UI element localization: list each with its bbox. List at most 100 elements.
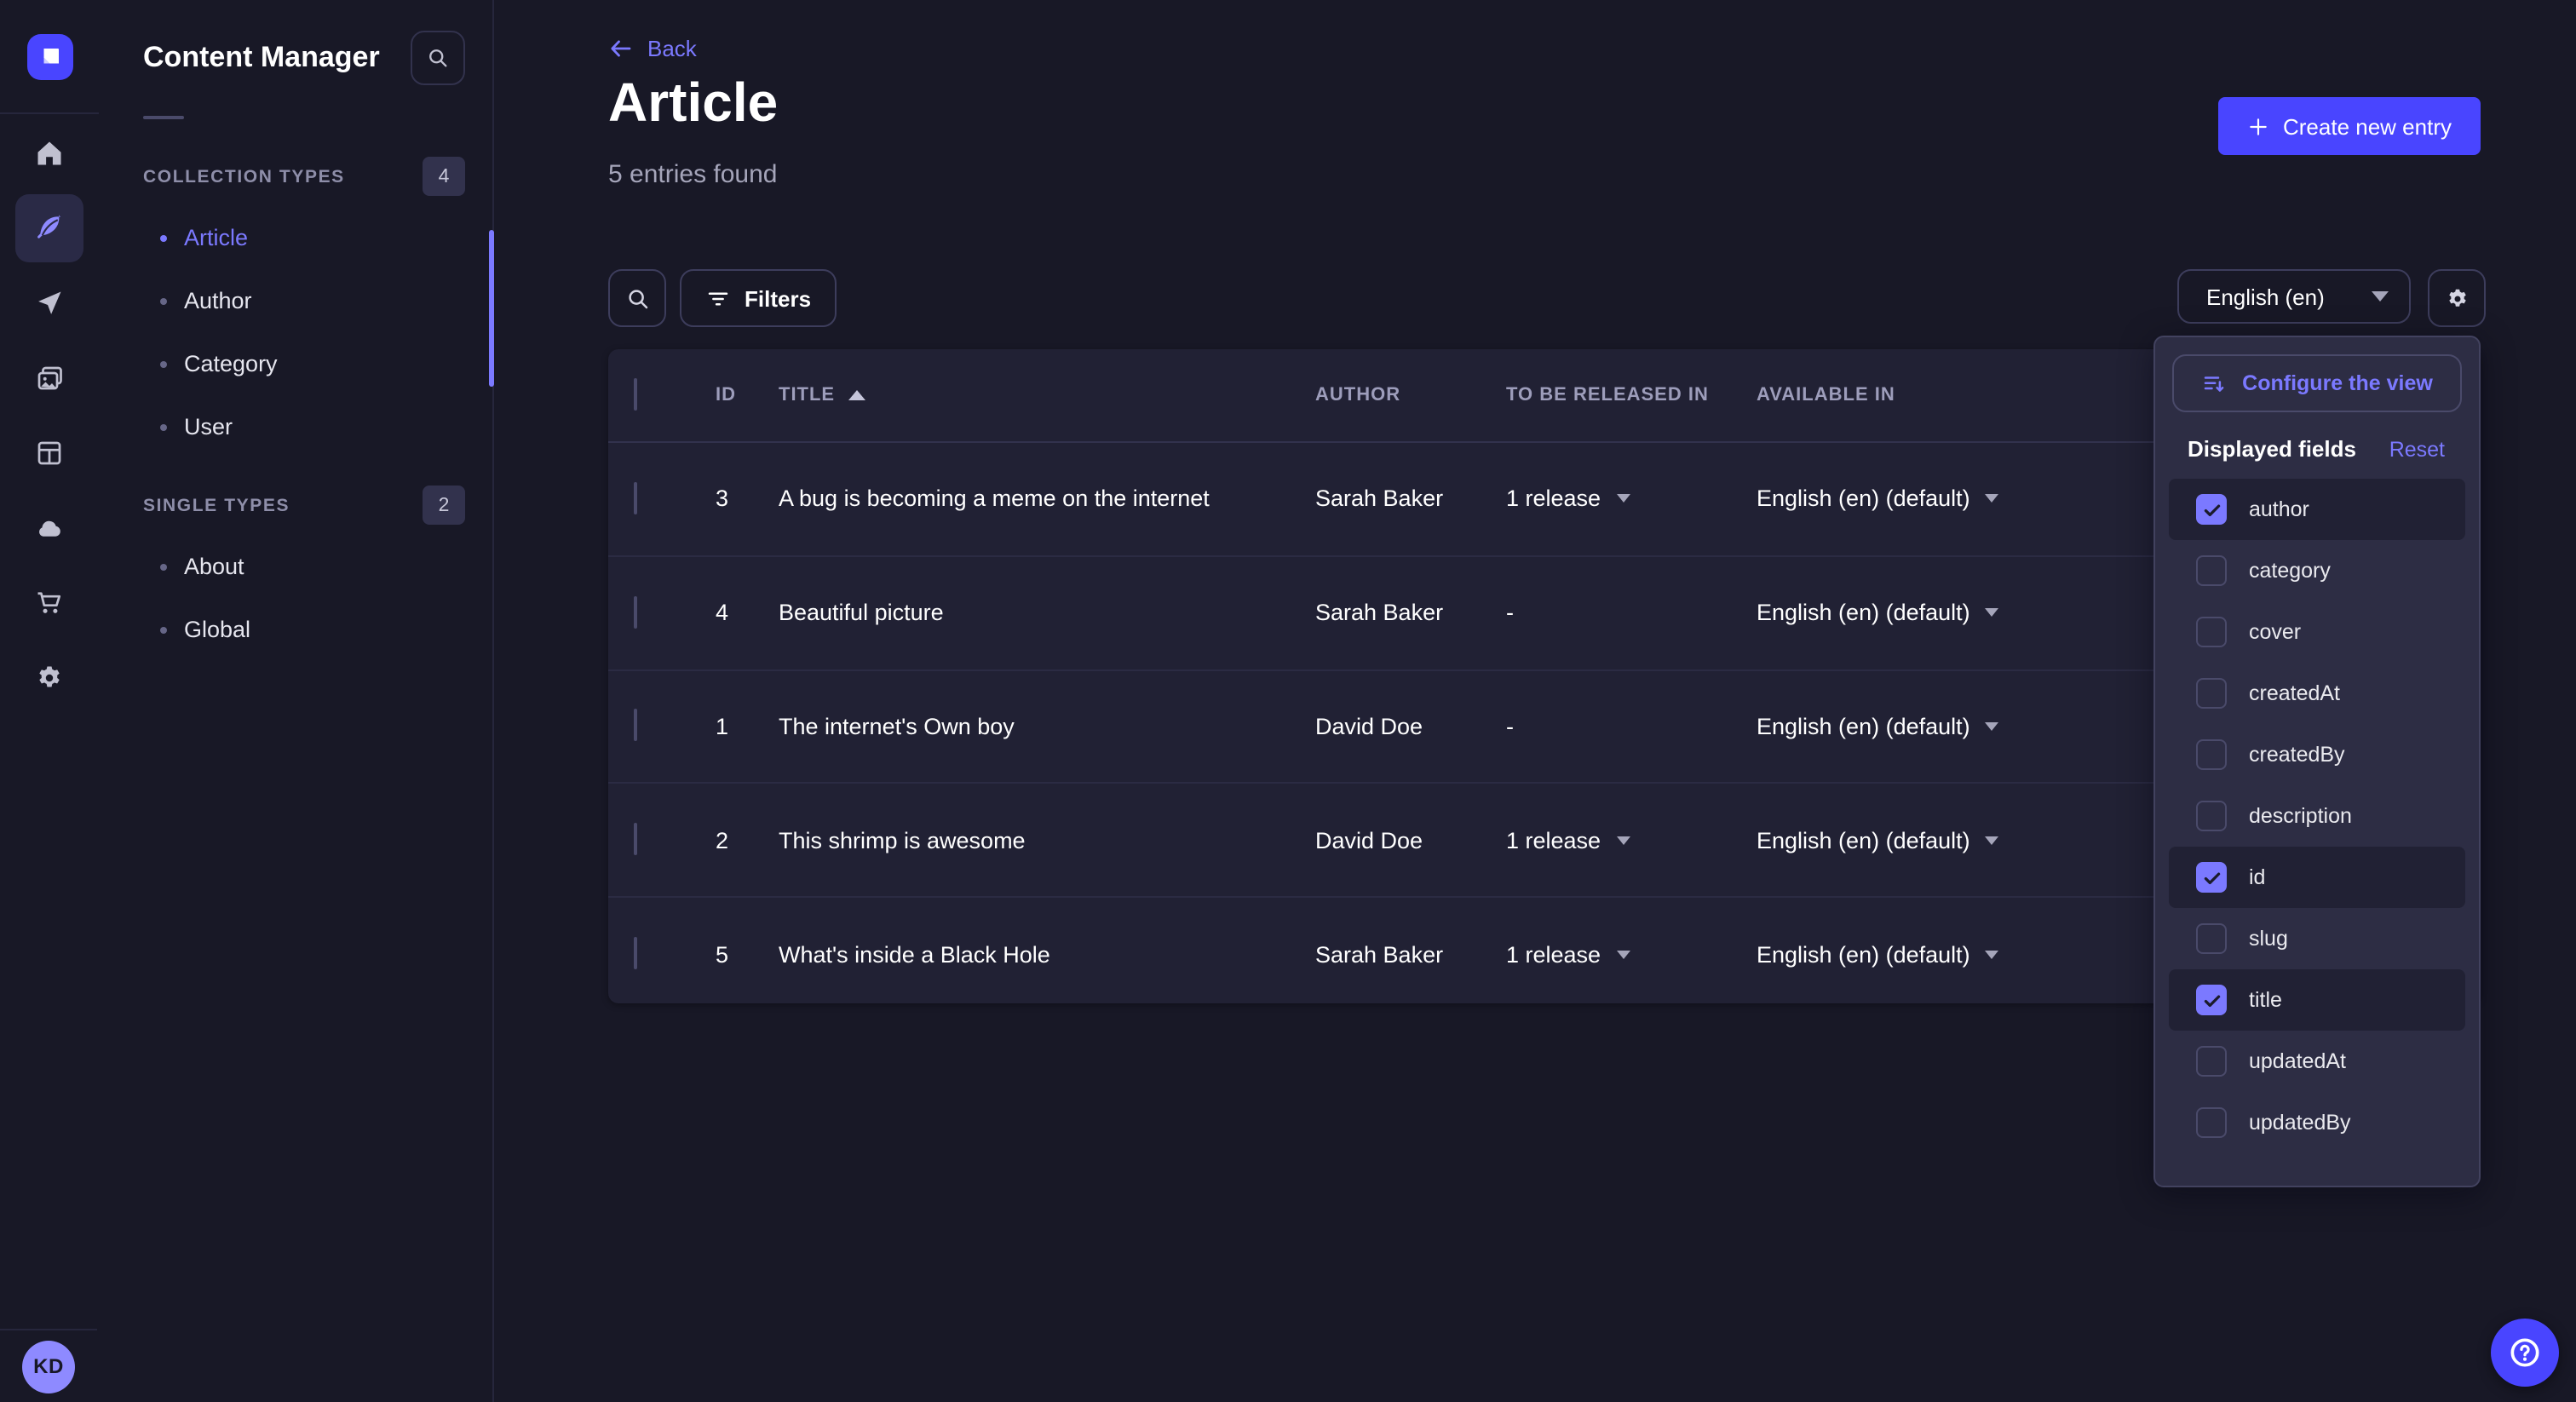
strapi-logo[interactable] [26,33,72,79]
rail-item-marketplace[interactable] [14,569,83,637]
view-settings-button[interactable] [2428,269,2486,327]
field-option-title[interactable]: title [2169,969,2465,1031]
sidebar-item-category[interactable]: Category [99,332,492,395]
rail-item-media-library[interactable] [14,344,83,412]
checkbox-checked-icon[interactable] [2196,494,2227,525]
cell-id: 5 [716,941,779,967]
chevron-down-icon [1616,950,1630,958]
checkbox-icon[interactable] [2196,617,2227,647]
rail-item-releases[interactable] [14,269,83,337]
bullet-icon [160,626,167,633]
cell-release-dropdown[interactable]: 1 release [1506,828,1757,853]
checkbox-icon[interactable] [2196,1107,2227,1138]
field-option-author[interactable]: author [2169,479,2465,540]
bullet-icon [160,297,167,304]
field-option-slug[interactable]: slug [2169,908,2465,969]
strapi-admin-app: KD Content Manager COLLECTION TYPES 4 Ar… [0,0,2576,1402]
cell-id: 2 [716,828,779,853]
chevron-down-icon [2372,291,2389,302]
media-library-icon [33,363,64,394]
sidebar-item-label: Category [184,351,278,376]
displayed-fields-list: author category cover createdAt createdB… [2155,479,2479,1153]
rail-item-settings[interactable] [14,644,83,712]
checkbox-checked-icon[interactable] [2196,862,2227,893]
rail-user-area: KD [0,1329,97,1402]
cell-title: A bug is becoming a meme on the internet [779,486,1315,512]
column-header-id[interactable]: ID [716,385,779,405]
nav-rail: KD [0,0,101,1402]
checkbox-checked-icon[interactable] [2196,985,2227,1015]
checkbox-icon[interactable] [2196,555,2227,586]
rail-item-content-type-builder[interactable] [14,419,83,487]
cell-release-dropdown[interactable]: 1 release [1506,941,1757,967]
column-header-author[interactable]: AUTHOR [1315,385,1506,405]
checkbox-icon[interactable] [2196,739,2227,770]
content-manager-sidebar: Content Manager COLLECTION TYPES 4 Artic… [99,0,494,1402]
locale-selected-value: English (en) [2206,284,2325,309]
filters-label: Filters [745,285,811,311]
column-header-title[interactable]: TITLE [779,385,1315,405]
filters-button[interactable]: Filters [680,269,837,327]
field-option-createdBy[interactable]: createdBy [2169,724,2465,785]
chevron-down-icon [1616,836,1630,845]
sidebar-item-about[interactable]: About [99,535,492,598]
reset-link[interactable]: Reset [2389,437,2445,461]
chevron-down-icon [1986,722,1999,731]
list-toolbar: Filters English (en) [492,269,2576,324]
entries-count: 5 entries found [608,160,778,189]
column-header-to-be-released-in[interactable]: TO BE RELEASED IN [1506,385,1757,405]
sidebar-item-global[interactable]: Global [99,598,492,661]
sidebar-search-button[interactable] [411,31,465,85]
gear-icon [2444,285,2470,311]
settings-gear-icon [33,663,64,693]
select-all-checkbox[interactable] [634,378,637,411]
row-checkbox[interactable] [634,482,637,514]
release-send-icon [33,288,64,319]
field-option-id[interactable]: id [2169,847,2465,908]
sidebar-item-label: Global [184,617,250,642]
field-option-category[interactable]: category [2169,540,2465,601]
chevron-down-icon [1986,495,1999,503]
help-button[interactable] [2491,1319,2559,1387]
chevron-down-icon [1986,950,1999,958]
configure-view-label: Configure the view [2242,371,2433,395]
configure-the-view-button[interactable]: Configure the view [2172,354,2462,412]
sidebar-item-user[interactable]: User [99,395,492,458]
field-option-createdAt[interactable]: createdAt [2169,663,2465,724]
checkbox-icon[interactable] [2196,678,2227,709]
section-count-badge: 2 [423,486,465,525]
locale-select[interactable]: English (en) [2177,269,2411,324]
cell-release-dropdown[interactable]: 1 release [1506,486,1757,512]
rail-item-home[interactable] [14,119,83,187]
cell-release: - [1506,714,1757,739]
field-option-updatedAt[interactable]: updatedAt [2169,1031,2465,1092]
rail-item-content-manager[interactable] [14,194,83,262]
checkbox-icon[interactable] [2196,923,2227,954]
sidebar-item-label: User [184,414,233,440]
sidebar-item-label: Author [184,288,252,313]
row-checkbox[interactable] [634,595,637,628]
row-checkbox[interactable] [634,710,637,742]
user-avatar[interactable]: KD [22,1340,75,1393]
field-option-updatedBy[interactable]: updatedBy [2169,1092,2465,1153]
sidebar-item-article[interactable]: Article [99,206,492,269]
checkbox-icon[interactable] [2196,801,2227,831]
back-label: Back [647,36,697,61]
back-link[interactable]: Back [608,36,697,61]
sidebar-item-author[interactable]: Author [99,269,492,332]
cell-id: 3 [716,486,779,512]
checkbox-icon[interactable] [2196,1046,2227,1077]
row-checkbox[interactable] [634,937,637,969]
cell-title: What's inside a Black Hole [779,941,1315,967]
create-new-entry-button[interactable]: Create new entry [2218,97,2481,155]
rail-item-deploy[interactable] [14,494,83,562]
table-search-button[interactable] [608,269,666,327]
create-button-label: Create new entry [2283,113,2452,139]
cell-release: - [1506,600,1757,625]
field-option-description[interactable]: description [2169,785,2465,847]
bullet-icon [160,234,167,241]
sidebar-item-label: About [184,554,244,579]
row-checkbox[interactable] [634,824,637,856]
field-option-cover[interactable]: cover [2169,601,2465,663]
page-title: Article [608,72,778,135]
